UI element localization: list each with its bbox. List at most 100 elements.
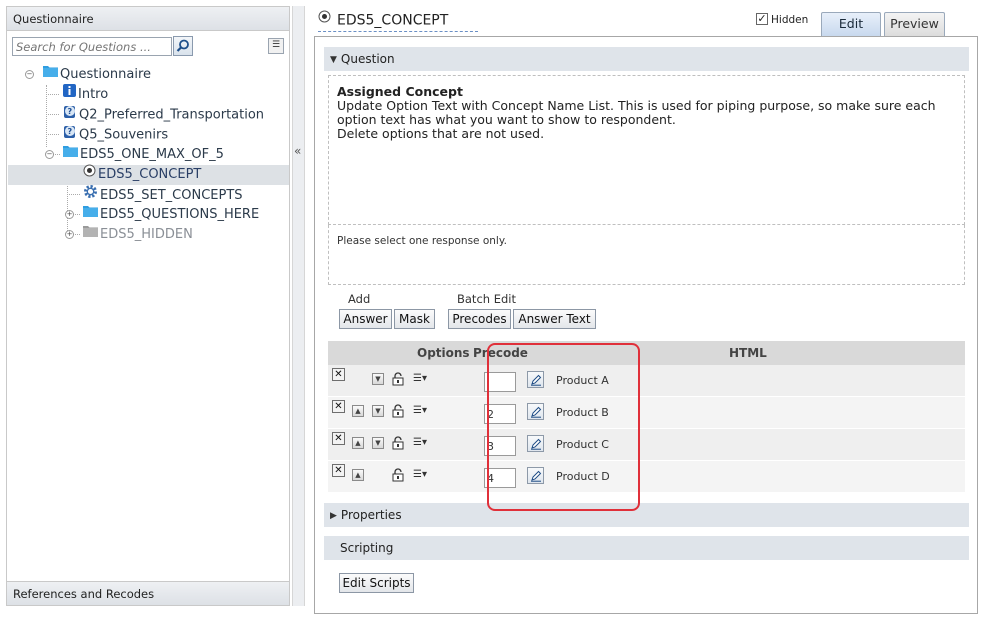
chevron-right-icon: ▶ bbox=[330, 511, 337, 521]
instruction-box[interactable]: Please select one response only. bbox=[328, 225, 965, 285]
answer-text: Product C bbox=[556, 438, 609, 451]
question-icon: ? bbox=[63, 124, 77, 144]
precode-input[interactable] bbox=[484, 468, 516, 488]
svg-text:?: ? bbox=[68, 107, 73, 116]
question-section-bar[interactable]: ▼ Question bbox=[324, 47, 969, 71]
collapse-toggle[interactable]: − bbox=[45, 150, 54, 159]
close-icon: ✕ bbox=[334, 401, 343, 412]
edit-answer-button[interactable] bbox=[527, 435, 544, 452]
collapse-panel-icon[interactable]: « bbox=[294, 144, 301, 158]
tree-item-intro[interactable]: Intro bbox=[63, 84, 108, 104]
tab-preview[interactable]: Preview bbox=[884, 12, 945, 36]
panel-header: Questionnaire bbox=[7, 7, 289, 31]
tree-item-hidden[interactable]: EDS5_HIDDEN bbox=[83, 225, 193, 244]
search-button[interactable] bbox=[173, 36, 193, 56]
list-menu-icon: ☰▾ bbox=[413, 373, 427, 384]
edit-answer-button[interactable] bbox=[527, 467, 544, 484]
lock-button[interactable] bbox=[392, 372, 406, 386]
tree-item-questions-here[interactable]: EDS5_QUESTIONS_HERE bbox=[83, 205, 259, 224]
search-row: ☰ bbox=[7, 31, 289, 61]
panel-splitter[interactable]: « bbox=[292, 6, 305, 606]
close-icon: ✕ bbox=[334, 465, 343, 476]
editor-header: EDS5_CONCEPT ✓ Hidden Edit Preview bbox=[306, 0, 982, 36]
add-answer-button[interactable]: Answer bbox=[339, 309, 392, 329]
list-menu-icon: ☰▾ bbox=[413, 437, 427, 448]
list-menu-icon: ☰▾ bbox=[413, 405, 427, 416]
question-icon: ? bbox=[63, 104, 77, 124]
add-group-label: Add bbox=[348, 292, 371, 306]
hidden-checkbox[interactable]: ✓ bbox=[756, 13, 768, 25]
radio-icon bbox=[318, 10, 331, 27]
move-up-button[interactable]: ▲ bbox=[352, 405, 364, 417]
precode-input[interactable] bbox=[484, 372, 516, 392]
question-text-box[interactable]: Assigned Concept Update Option Text with… bbox=[328, 75, 965, 225]
batch-answer-text-button[interactable]: Answer Text bbox=[513, 309, 596, 329]
lock-button[interactable] bbox=[392, 404, 406, 418]
page-title[interactable]: EDS5_CONCEPT bbox=[318, 10, 479, 32]
tree-item-block[interactable]: EDS5_ONE_MAX_OF_5 bbox=[63, 145, 224, 164]
precode-input[interactable] bbox=[484, 436, 516, 456]
move-down-button[interactable]: ▼ bbox=[372, 373, 384, 385]
close-icon: ✕ bbox=[334, 433, 343, 444]
add-mask-button[interactable]: Mask bbox=[394, 309, 435, 329]
grid-header: Options Precode HTML bbox=[328, 341, 965, 365]
edit-scripts-button[interactable]: Edit Scripts bbox=[339, 573, 414, 593]
answer-text: Product B bbox=[556, 406, 609, 419]
row-menu-button[interactable]: ☰▾ bbox=[413, 404, 427, 418]
chevron-down-icon: ▼ bbox=[375, 439, 381, 447]
row-menu-button[interactable]: ☰▾ bbox=[413, 468, 427, 482]
delete-row-button[interactable]: ✕ bbox=[332, 400, 345, 413]
collapse-toggle[interactable]: − bbox=[25, 70, 34, 79]
filter-menu-button[interactable]: ☰ bbox=[268, 38, 284, 54]
row-menu-button[interactable]: ☰▾ bbox=[413, 372, 427, 386]
lock-button[interactable] bbox=[392, 468, 406, 482]
scripting-section-bar[interactable]: Scripting bbox=[324, 536, 969, 560]
gear-icon bbox=[83, 184, 98, 205]
lock-icon bbox=[392, 436, 404, 450]
instruction-text: Please select one response only. bbox=[337, 235, 507, 247]
row-menu-button[interactable]: ☰▾ bbox=[413, 436, 427, 450]
edit-answer-button[interactable] bbox=[527, 371, 544, 388]
answer-text: Product D bbox=[556, 470, 610, 483]
move-down-button[interactable]: ▼ bbox=[372, 405, 384, 417]
chevron-up-icon: ▲ bbox=[355, 407, 361, 415]
radio-icon bbox=[83, 164, 96, 183]
search-input[interactable] bbox=[12, 37, 172, 56]
tree-item-set-concepts[interactable]: EDS5_SET_CONCEPTS bbox=[83, 185, 243, 204]
delete-row-button[interactable]: ✕ bbox=[332, 368, 345, 381]
hidden-toggle[interactable]: ✓ Hidden bbox=[756, 13, 808, 27]
tree-item-concept[interactable]: EDS5_CONCEPT bbox=[83, 164, 201, 184]
expand-toggle[interactable]: + bbox=[65, 230, 74, 239]
folder-icon bbox=[43, 64, 58, 83]
chevron-down-icon: ▼ bbox=[375, 407, 381, 415]
questionnaire-panel: Questionnaire ☰ − Questionna bbox=[6, 6, 290, 606]
folder-icon bbox=[63, 144, 78, 163]
move-up-button[interactable]: ▲ bbox=[352, 437, 364, 449]
batch-edit-group-label: Batch Edit bbox=[457, 292, 516, 306]
edit-answer-button[interactable] bbox=[527, 403, 544, 420]
batch-precodes-button[interactable]: Precodes bbox=[448, 309, 511, 329]
expand-toggle[interactable]: + bbox=[65, 210, 74, 219]
move-up-button[interactable]: ▲ bbox=[352, 469, 364, 481]
folder-icon bbox=[83, 204, 98, 223]
lock-button[interactable] bbox=[392, 436, 406, 450]
edit-icon bbox=[531, 438, 542, 450]
delete-row-button[interactable]: ✕ bbox=[332, 464, 345, 477]
tree-item-q2[interactable]: ? Q2_Preferred_Transportation bbox=[63, 105, 264, 124]
search-icon bbox=[176, 39, 189, 52]
chevron-up-icon: ▲ bbox=[355, 471, 361, 479]
precode-input[interactable] bbox=[484, 404, 516, 424]
delete-row-button[interactable]: ✕ bbox=[332, 432, 345, 445]
properties-section-bar[interactable]: ▶ Properties bbox=[324, 503, 969, 527]
tree-item-questionnaire[interactable]: Questionnaire bbox=[43, 65, 151, 84]
edit-icon bbox=[531, 470, 542, 482]
lock-icon bbox=[392, 468, 404, 482]
references-recodes-bar[interactable]: References and Recodes bbox=[7, 581, 289, 605]
tree-item-q5[interactable]: ? Q5_Souvenirs bbox=[63, 125, 168, 144]
list-menu-icon: ☰▾ bbox=[413, 469, 427, 480]
column-header-html: HTML bbox=[729, 346, 767, 360]
question-heading: Assigned Concept bbox=[337, 84, 463, 99]
move-down-button[interactable]: ▼ bbox=[372, 437, 384, 449]
tab-edit[interactable]: Edit bbox=[821, 12, 881, 36]
info-icon bbox=[63, 84, 76, 103]
